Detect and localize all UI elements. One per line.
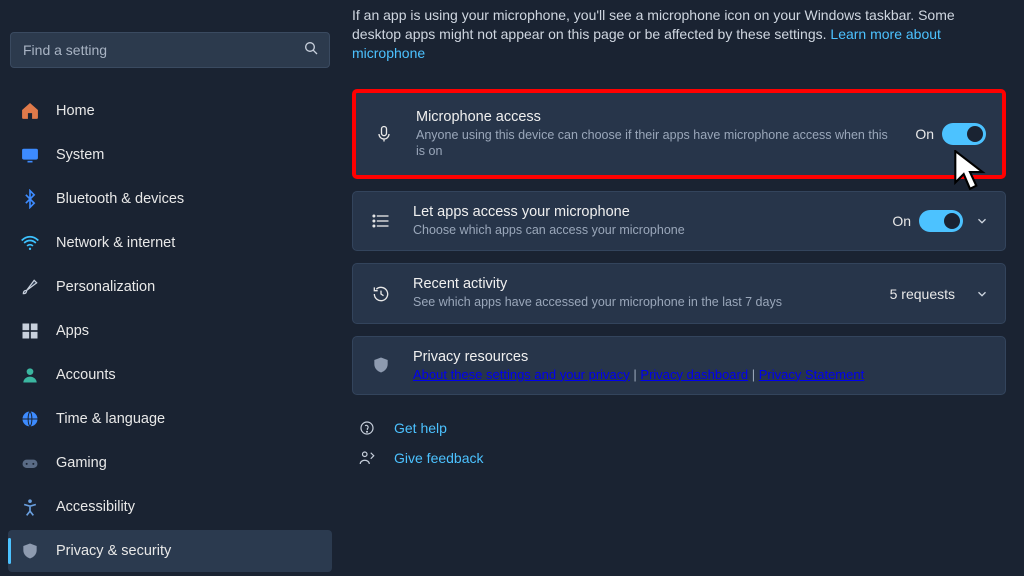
sidebar-item-label: Personalization <box>56 279 155 295</box>
sidebar-item-accessibility[interactable]: Accessibility <box>8 486 332 528</box>
recent-activity-card[interactable]: Recent activity See which apps have acce… <box>352 263 1006 323</box>
home-icon <box>20 101 40 121</box>
search-icon <box>303 40 319 61</box>
sidebar-nav: Home System Bluetooth & devices Network … <box>8 90 332 572</box>
link-text: Give feedback <box>394 450 484 466</box>
history-icon <box>367 284 395 304</box>
sidebar-item-gaming[interactable]: Gaming <box>8 442 332 484</box>
settings-sidebar: Home System Bluetooth & devices Network … <box>0 0 340 576</box>
sidebar-item-personalization[interactable]: Personalization <box>8 266 332 308</box>
accessibility-icon <box>20 497 40 517</box>
globe-icon <box>20 409 40 429</box>
sidebar-item-accounts[interactable]: Accounts <box>8 354 332 396</box>
sidebar-item-label: Accounts <box>56 367 116 383</box>
sidebar-item-network[interactable]: Network & internet <box>8 222 332 264</box>
search-input[interactable] <box>23 42 303 58</box>
shield-icon <box>367 355 395 375</box>
card-subtitle: Choose which apps can access your microp… <box>413 222 874 238</box>
requests-count: 5 requests <box>890 286 955 302</box>
privacy-about-link[interactable]: About these settings and your privacy <box>413 367 630 382</box>
help-icon <box>356 419 378 437</box>
privacy-dashboard-link[interactable]: Privacy dashboard <box>640 367 748 382</box>
sidebar-item-label: Network & internet <box>56 235 175 251</box>
microphone-access-toggle[interactable] <box>942 123 986 145</box>
sidebar-item-time[interactable]: Time & language <box>8 398 332 440</box>
chevron-down-icon <box>975 214 989 228</box>
wifi-icon <box>20 233 40 253</box>
gaming-icon <box>20 453 40 473</box>
card-title: Privacy resources <box>413 349 989 365</box>
chevron-down-icon <box>975 287 989 301</box>
sidebar-item-privacy[interactable]: Privacy & security <box>8 530 332 572</box>
microphone-icon <box>370 124 398 144</box>
bluetooth-icon <box>20 189 40 209</box>
card-title: Microphone access <box>416 109 897 125</box>
sidebar-item-system[interactable]: System <box>8 134 332 176</box>
sidebar-item-apps[interactable]: Apps <box>8 310 332 352</box>
footer-links: Get help Give feedback <box>352 419 1006 467</box>
privacy-statement-link[interactable]: Privacy Statement <box>759 367 865 382</box>
microphone-access-card: Microphone access Anyone using this devi… <box>352 89 1006 180</box>
toggle-state: On <box>915 126 934 142</box>
apps-icon <box>20 321 40 341</box>
card-title: Recent activity <box>413 276 872 292</box>
privacy-resources-card: Privacy resources About these settings a… <box>352 336 1006 395</box>
main-content: If an app is using your microphone, you'… <box>340 0 1024 576</box>
brush-icon <box>20 277 40 297</box>
card-title: Let apps access your microphone <box>413 204 874 220</box>
link-text: Get help <box>394 420 447 436</box>
account-icon <box>20 365 40 385</box>
let-apps-card[interactable]: Let apps access your microphone Choose w… <box>352 191 1006 251</box>
shield-icon <box>20 541 40 561</box>
sidebar-item-label: Privacy & security <box>56 543 171 559</box>
card-subtitle: See which apps have accessed your microp… <box>413 294 872 310</box>
sidebar-item-label: Gaming <box>56 455 107 471</box>
get-help-link[interactable]: Get help <box>352 419 1006 437</box>
sidebar-item-label: Bluetooth & devices <box>56 191 184 207</box>
give-feedback-link[interactable]: Give feedback <box>352 449 1006 467</box>
sidebar-item-label: Accessibility <box>56 499 135 515</box>
search-box[interactable] <box>10 32 330 68</box>
list-icon <box>367 211 395 231</box>
toggle-state: On <box>892 213 911 229</box>
sidebar-item-home[interactable]: Home <box>8 90 332 132</box>
sidebar-item-label: Home <box>56 103 95 119</box>
sidebar-item-label: System <box>56 147 104 163</box>
sidebar-item-bluetooth[interactable]: Bluetooth & devices <box>8 178 332 220</box>
sidebar-item-label: Apps <box>56 323 89 339</box>
system-icon <box>20 145 40 165</box>
intro-text: If an app is using your microphone, you'… <box>352 6 1006 63</box>
sidebar-item-label: Time & language <box>56 411 165 427</box>
let-apps-toggle[interactable] <box>919 210 963 232</box>
card-subtitle: Anyone using this device can choose if t… <box>416 127 897 160</box>
feedback-icon <box>356 449 378 467</box>
